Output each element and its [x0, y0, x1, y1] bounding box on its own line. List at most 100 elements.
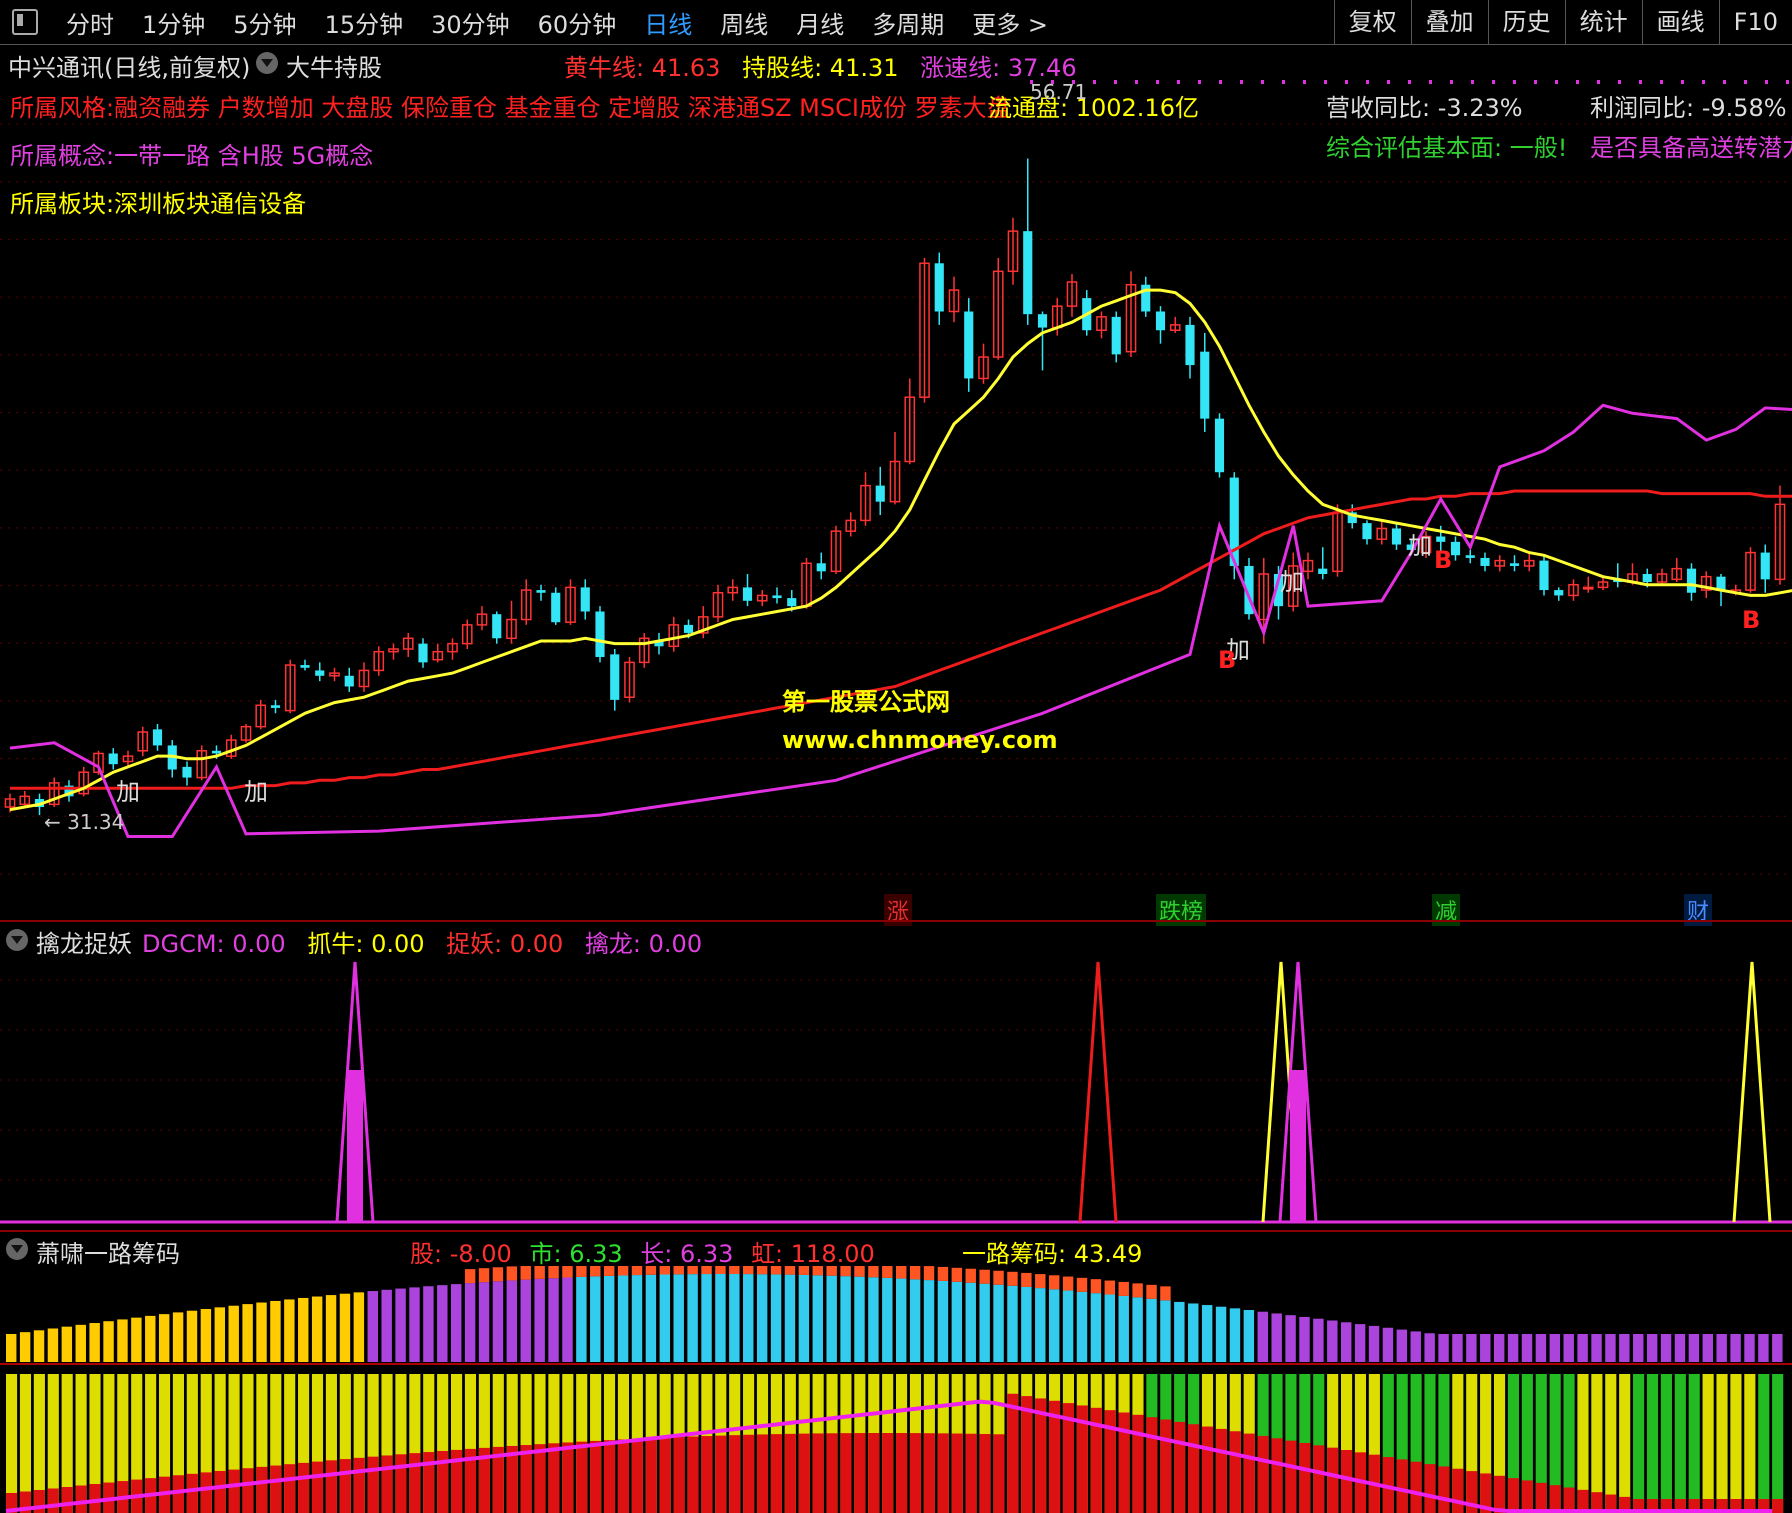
chip-bar-red: [61, 1487, 73, 1513]
chip-bar-red: [1507, 1478, 1519, 1513]
signal-panel-chart[interactable]: [0, 920, 1792, 1230]
panel3-title: 萧啸一路筹码: [36, 1240, 180, 1268]
chip-bar-red: [228, 1469, 240, 1513]
chip-bar-bottom: [1591, 1374, 1603, 1513]
chip-bar-red: [1313, 1445, 1325, 1513]
toolbar-button[interactable]: 叠加: [1410, 0, 1488, 44]
chip-bar-cap: [868, 1266, 879, 1278]
chip-bar-red: [965, 1433, 977, 1513]
panel-divider: [0, 1230, 1792, 1232]
period-tab[interactable]: 周线: [706, 5, 782, 40]
chip-bar-top: [158, 1314, 170, 1362]
period-tab[interactable]: 30分钟: [417, 5, 524, 40]
chip-bar-red: [603, 1440, 616, 1513]
chip-bar-top: [1758, 1334, 1769, 1362]
chip-bar-cap: [576, 1266, 587, 1277]
panel3-settings-icon[interactable]: [6, 1238, 28, 1260]
toolbar-button[interactable]: F10: [1718, 0, 1792, 44]
toolbar-button[interactable]: 画线: [1641, 0, 1719, 44]
menu-icon[interactable]: [12, 9, 38, 35]
chip-bar-cap: [631, 1266, 643, 1276]
period-tab[interactable]: 月线: [782, 5, 858, 40]
period-tab[interactable]: 5分钟: [219, 5, 310, 40]
chip-bar-top: [228, 1305, 239, 1362]
period-tab[interactable]: 更多 >: [958, 5, 1062, 40]
chip-bar-top: [298, 1297, 309, 1362]
chip-bar-red: [590, 1440, 602, 1513]
chip-bar-red: [743, 1434, 755, 1513]
candle-body: [344, 675, 354, 687]
chip-bar-bottom: [1646, 1374, 1659, 1513]
period-tab[interactable]: 日线: [630, 5, 706, 40]
chip-bar-top: [909, 1279, 921, 1362]
watermark-url: www.chnmoney.com: [782, 726, 1058, 754]
chip-bar-top: [381, 1289, 392, 1362]
price-chart[interactable]: [0, 44, 1792, 924]
chip-bar-bottom: [1716, 1374, 1728, 1513]
chip-bar-cap: [756, 1266, 768, 1275]
chip-bar-top: [715, 1274, 726, 1362]
period-tab[interactable]: 多周期: [858, 5, 958, 40]
chip-bar-cap: [464, 1269, 476, 1284]
chip-bar-top: [423, 1286, 434, 1362]
chip-bar-cap: [1104, 1280, 1116, 1295]
chip-bar-top: [1438, 1334, 1449, 1362]
candle-body: [1686, 568, 1697, 593]
chip-bar-top: [1229, 1308, 1241, 1362]
p3-value-shi: 6.33: [569, 1240, 623, 1268]
chip-bar-top: [1452, 1334, 1463, 1362]
candle-body: [595, 611, 605, 658]
candle-body: [1200, 351, 1210, 419]
chip-bar-top: [1674, 1334, 1686, 1362]
toolbar-button[interactable]: 统计: [1564, 0, 1642, 44]
period-tab[interactable]: 1分钟: [128, 5, 219, 40]
chip-bar-top: [464, 1283, 476, 1362]
chip-bar-cap: [909, 1266, 921, 1280]
chip-bar-top: [353, 1292, 365, 1362]
toolbar-button[interactable]: 历史: [1487, 0, 1565, 44]
signal-bar: [1290, 1070, 1306, 1222]
candle-body: [182, 766, 192, 778]
chip-bar-cap: [701, 1266, 712, 1275]
chip-bar-top: [1410, 1331, 1421, 1362]
panel3-indicators: 股: -8.00 市: 6.33 长: 6.33 虹: 118.00: [410, 1234, 875, 1269]
period-tab[interactable]: 60分钟: [524, 5, 631, 40]
chip-bar-red: [256, 1466, 268, 1513]
candle-body: [211, 750, 222, 754]
revenue-yoy: 营收同比: -3.23%: [1326, 94, 1523, 122]
chip-bar-top: [1744, 1334, 1755, 1362]
chip-bar-red: [270, 1465, 282, 1513]
chip-bar-red: [242, 1468, 254, 1513]
chip-bar-cap: [1062, 1276, 1074, 1291]
chip-bar-top: [325, 1295, 337, 1362]
chip-bar-red: [562, 1442, 574, 1513]
period-tabs: 分时 1分钟 5分钟 15分钟 30分钟 60分钟 日线 周线 月线 多周期 更多 >: [52, 5, 1062, 40]
chip-bar-red: [1452, 1468, 1464, 1513]
signal-add: 加: [1408, 532, 1432, 560]
toolbar-button[interactable]: 复权: [1333, 0, 1411, 44]
chip-bar-cap: [1048, 1275, 1060, 1290]
chip-bar-cap: [1007, 1271, 1018, 1286]
chip-bar-top: [33, 1330, 45, 1362]
chip-panel-chart[interactable]: [0, 1266, 1792, 1513]
chip-bar-top: [840, 1276, 851, 1362]
period-tab[interactable]: 15分钟: [311, 5, 418, 40]
chip-bar-red: [673, 1437, 685, 1513]
period-tab[interactable]: 分时: [52, 5, 128, 40]
candle-body: [418, 643, 428, 663]
candle-body: [1450, 541, 1461, 556]
candle-body: [1509, 563, 1520, 566]
chip-bar-cap: [715, 1266, 726, 1275]
chip-bar-red: [1535, 1482, 1547, 1513]
chip-bar-top: [1285, 1315, 1296, 1362]
chip-bar-top: [729, 1274, 740, 1362]
chip-bar-top: [854, 1276, 865, 1362]
chip-bar-top: [548, 1278, 559, 1362]
chip-bar-cap: [923, 1266, 935, 1281]
chip-bar-cap: [729, 1266, 740, 1275]
chip-bar-cap: [1160, 1286, 1171, 1301]
chip-bar-top: [437, 1285, 448, 1362]
chip-bar-top: [1521, 1334, 1533, 1362]
chip-bar-red: [923, 1433, 935, 1513]
chip-value: 43.49: [1073, 1240, 1143, 1268]
